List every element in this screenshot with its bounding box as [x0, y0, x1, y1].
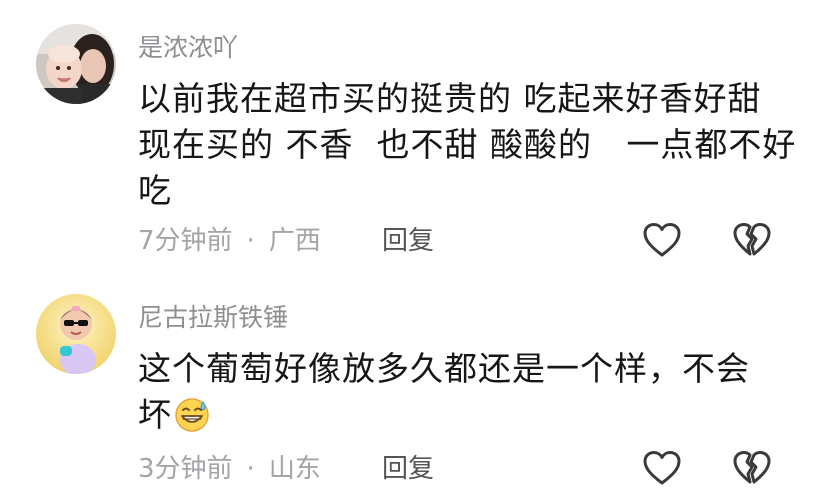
avatar[interactable] — [36, 294, 116, 374]
comment-time: 7分钟前 — [138, 226, 233, 256]
comment-username[interactable]: 尼古拉斯铁锤 — [138, 305, 288, 330]
comment-meta: 7分钟前 · 广西 — [138, 228, 321, 254]
comment-text: 以前我在超市买的挺贵的 吃起来好香好甜 现在买的 不香 也不甜 酸酸的 一点都不… — [138, 76, 797, 214]
meta-separator: · — [246, 226, 255, 256]
broken-heart-icon[interactable] — [732, 222, 772, 258]
reply-button[interactable]: 回复 — [382, 456, 434, 482]
meta-separator: · — [246, 454, 255, 484]
comment-text-line-wrap: 坏 — [138, 392, 788, 438]
comment-location: 广西 — [268, 226, 321, 256]
grinning-sweat-emoji — [174, 396, 210, 432]
comment-item: 尼古拉斯铁锤 这个葡萄好像放多久都还是一个样，不会 坏 3分钟前 · 山东 回复 — [0, 270, 814, 500]
comment-text: 这个葡萄好像放多久都还是一个样，不会 坏 — [138, 346, 788, 438]
heart-outline-icon[interactable] — [642, 222, 682, 258]
avatar[interactable] — [36, 24, 116, 104]
comment-time: 3分钟前 — [138, 454, 233, 484]
comment-text-line: 这个葡萄好像放多久都还是一个样，不会 — [138, 349, 750, 388]
comment-username[interactable]: 是浓浓吖 — [138, 35, 238, 60]
comment-location: 山东 — [268, 454, 321, 484]
comment-meta: 3分钟前 · 山东 — [138, 456, 321, 482]
comment-text-line: 坏 — [138, 395, 172, 434]
comment-section: 是浓浓吖 以前我在超市买的挺贵的 吃起来好香好甜 现在买的 不香 也不甜 酸酸的… — [0, 0, 814, 500]
comment-item: 是浓浓吖 以前我在超市买的挺贵的 吃起来好香好甜 现在买的 不香 也不甜 酸酸的… — [0, 0, 814, 270]
comment-text-line: 吃 — [138, 171, 172, 210]
comment-text-line: 现在买的 不香 也不甜 酸酸的 一点都不好 — [138, 125, 797, 164]
reply-button[interactable]: 回复 — [382, 228, 434, 254]
heart-outline-icon[interactable] — [642, 450, 682, 486]
broken-heart-icon[interactable] — [732, 450, 772, 486]
comment-text-line: 以前我在超市买的挺贵的 吃起来好香好甜 — [138, 79, 762, 118]
